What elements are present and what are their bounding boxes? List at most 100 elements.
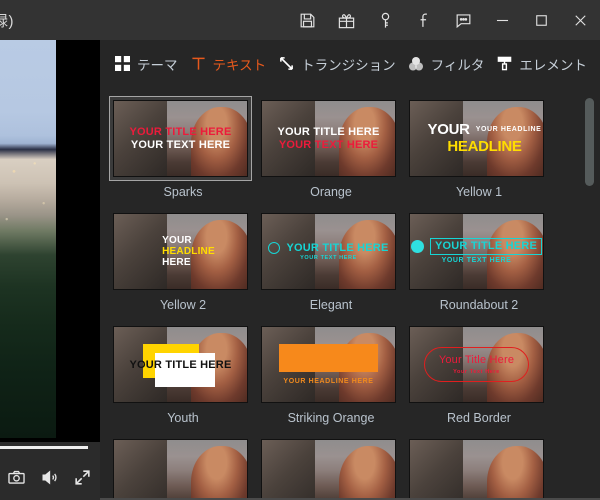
playback-scrubber[interactable] bbox=[0, 442, 100, 454]
preview-pane bbox=[0, 40, 100, 500]
overlay-text: YOUR TITLE HERE YOUR TEXT HERE bbox=[262, 101, 395, 176]
overlay-line: HEADLINE bbox=[162, 245, 215, 257]
overlay-line: YOUR HEADLINE HERE bbox=[283, 377, 374, 385]
thumb-frame: YOUR YOUR HEADLINE HEADLINE bbox=[405, 96, 548, 181]
library-panel: テーマ テキスト トランジション フィルタ エレメント YOUR TITLE H… bbox=[100, 40, 600, 500]
preset-thumbnail: YOUR TITLE HERE YOUR TEXT HERE bbox=[409, 213, 544, 290]
preview-video[interactable] bbox=[0, 40, 56, 438]
preset-caption: Yellow 1 bbox=[455, 185, 503, 199]
preset-item-sparks[interactable]: YOUR TITLE HERE YOUR TEXT HERE Sparks bbox=[109, 96, 257, 199]
preset-item-striking-orange[interactable]: YOUR HEADLINE HERE Striking Orange bbox=[257, 322, 405, 425]
overlay-line: YOUR TEXT HERE bbox=[278, 138, 379, 151]
overlay-text: YOUR HEADLINE HERE bbox=[262, 327, 395, 402]
stamp-icon bbox=[495, 54, 514, 73]
transition-icon bbox=[277, 54, 296, 73]
overlay-line: YOUR HEADLINE bbox=[475, 126, 542, 134]
overlay-line: YOUR TITLE HERE bbox=[286, 242, 389, 255]
video-editor-window: 未登録) bbox=[0, 0, 600, 500]
thumb-frame: YOUR TITLE HERE YOUR TEXT HERE bbox=[405, 209, 548, 294]
overlay-text: YOUR TITLE HERE bbox=[114, 327, 247, 402]
facebook-icon[interactable] bbox=[405, 0, 444, 40]
tab-text[interactable]: テキスト bbox=[189, 54, 267, 74]
overlay-line: YOUR TEXT HERE bbox=[130, 138, 231, 151]
overlay-line: YOUR TITLE HERE bbox=[129, 126, 232, 139]
minimize-icon[interactable] bbox=[483, 0, 522, 40]
overlay-text: YOUR YOUR HEADLINE HEADLINE bbox=[410, 101, 543, 176]
overlay-line: YOUR TITLE HERE bbox=[129, 359, 232, 372]
preset-caption: Orange bbox=[310, 185, 352, 199]
tab-element[interactable]: エレメント bbox=[495, 54, 587, 74]
title-bar: 未登録) bbox=[0, 0, 600, 40]
preset-item-row4-1[interactable] bbox=[109, 435, 257, 500]
thumb-frame: YOUR TITLE HERE YOUR TEXT HERE bbox=[257, 209, 400, 294]
preset-grid: YOUR TITLE HERE YOUR TEXT HERE Sparks YO… bbox=[100, 87, 600, 500]
overlay-line: YOUR TITLE HERE bbox=[277, 126, 380, 139]
overlay-text: Your Title Here Your Text Here bbox=[410, 327, 543, 402]
overlay-line: YOUR TEXT HERE bbox=[300, 254, 357, 261]
thumb-frame: YOUR HEADLINE HERE bbox=[257, 322, 400, 407]
filter-icon bbox=[407, 54, 426, 73]
preset-thumbnail bbox=[113, 439, 248, 500]
close-icon[interactable] bbox=[561, 0, 600, 40]
preset-thumbnail: YOUR TITLE HERE YOUR TEXT HERE bbox=[113, 100, 248, 177]
text-t-icon bbox=[189, 54, 208, 73]
preset-item-yellow-2[interactable]: YOUR HEADLINE HERE Yellow 2 bbox=[109, 209, 257, 312]
overlay-line: YOUR TITLE HERE bbox=[429, 238, 542, 255]
scrollbar-thumb[interactable] bbox=[585, 98, 594, 186]
preset-item-youth[interactable]: YOUR TITLE HERE Youth bbox=[109, 322, 257, 425]
red-outline-box: Your Title Here Your Text Here bbox=[423, 347, 530, 382]
preset-caption: Sparks bbox=[163, 185, 203, 199]
overlay-line: YOUR bbox=[427, 120, 470, 138]
thumb-frame: YOUR TITLE HERE YOUR TEXT HERE bbox=[109, 96, 252, 181]
preset-thumbnail bbox=[409, 439, 544, 500]
preset-thumbnail: Your Title Here Your Text Here bbox=[409, 326, 544, 403]
preset-thumbnail: YOUR YOUR HEADLINE HEADLINE bbox=[409, 100, 544, 177]
preset-item-elegant[interactable]: YOUR TITLE HERE YOUR TEXT HERE Elegant bbox=[257, 209, 405, 312]
snapshot-icon[interactable] bbox=[0, 454, 33, 500]
feedback-icon[interactable] bbox=[444, 0, 483, 40]
preview-controls bbox=[0, 454, 100, 500]
preset-item-row4-3[interactable] bbox=[405, 435, 553, 500]
overlay-text: YOUR TITLE HERE YOUR TEXT HERE bbox=[114, 101, 247, 176]
thumb-frame: YOUR TITLE HERE YOUR TEXT HERE bbox=[257, 96, 400, 181]
library-tabbar: テーマ テキスト トランジション フィルタ エレメント bbox=[100, 40, 600, 87]
tab-filter[interactable]: フィルタ bbox=[407, 54, 485, 74]
overlay-line: HERE bbox=[162, 257, 191, 269]
preset-caption: Yellow 2 bbox=[159, 298, 207, 312]
maximize-icon[interactable] bbox=[522, 0, 561, 40]
preset-caption: Red Border bbox=[447, 411, 511, 425]
preset-thumbnail: YOUR TITLE HERE YOUR TEXT HERE bbox=[261, 213, 396, 290]
thumb-frame: YOUR TITLE HERE bbox=[109, 322, 252, 407]
preset-item-row4-2[interactable] bbox=[257, 435, 405, 500]
key-icon[interactable] bbox=[366, 0, 405, 40]
tab-label: トランジション bbox=[301, 57, 396, 73]
preset-grid-scroll[interactable]: YOUR TITLE HERE YOUR TEXT HERE Sparks YO… bbox=[100, 87, 600, 500]
preset-caption: Roundabout 2 bbox=[439, 298, 519, 312]
preset-item-yellow-1[interactable]: YOUR YOUR HEADLINE HEADLINE Yellow 1 bbox=[405, 96, 553, 199]
preset-item-orange[interactable]: YOUR TITLE HERE YOUR TEXT HERE Orange bbox=[257, 96, 405, 199]
preset-item-roundabout-2[interactable]: YOUR TITLE HERE YOUR TEXT HERE Roundabou… bbox=[405, 209, 553, 312]
tab-label: テキスト bbox=[212, 57, 267, 73]
tab-theme[interactable]: テーマ bbox=[113, 54, 178, 74]
window-title: 未登録) bbox=[0, 12, 14, 30]
preset-thumbnail: YOUR TITLE HERE YOUR TEXT HERE bbox=[261, 100, 396, 177]
gift-icon[interactable] bbox=[327, 0, 366, 40]
preset-scrollbar[interactable] bbox=[585, 90, 594, 494]
overlay-text: YOUR HEADLINE HERE bbox=[114, 214, 247, 289]
tab-label: フィルタ bbox=[430, 57, 485, 73]
playback-progress bbox=[0, 446, 88, 449]
fullscreen-icon[interactable] bbox=[66, 454, 99, 500]
tab-label: エレメント bbox=[519, 57, 587, 73]
tab-transition[interactable]: トランジション bbox=[277, 54, 396, 74]
preset-thumbnail bbox=[261, 439, 396, 500]
overlay-line: YOUR TEXT HERE bbox=[441, 256, 512, 264]
save-icon[interactable] bbox=[288, 0, 327, 40]
overlay-line: HEADLINE bbox=[447, 137, 522, 155]
preset-thumbnail: YOUR TITLE HERE bbox=[113, 326, 248, 403]
thumb-frame bbox=[405, 435, 548, 500]
preset-item-red-border[interactable]: Your Title Here Your Text Here Red Borde… bbox=[405, 322, 553, 425]
overlay-text: YOUR TITLE HERE YOUR TEXT HERE bbox=[410, 214, 543, 289]
overlay-line: Your Title Here bbox=[438, 354, 515, 367]
volume-icon[interactable] bbox=[33, 454, 66, 500]
overlay-line: YOUR bbox=[162, 234, 192, 246]
